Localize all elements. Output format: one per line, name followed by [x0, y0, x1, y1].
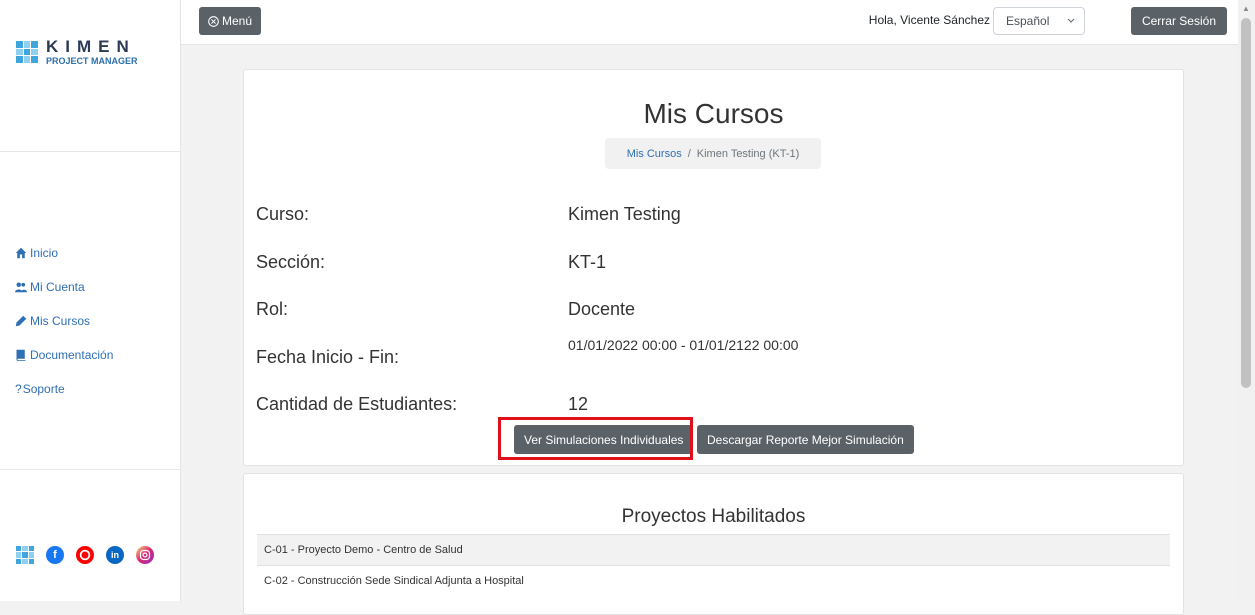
projects-title: Proyectos Habilitados [621, 506, 806, 527]
role-value: Docente [568, 299, 636, 319]
sidebar-item-label: Inicio [30, 246, 59, 260]
menu-button[interactable]: Menú [199, 7, 262, 35]
projects-card: Proyectos Habilitados C-01 - Proyecto De… [243, 473, 1184, 615]
sidebar: KIMEN PROJECT MANAGER Inicio Mi Cuenta M… [0, 0, 181, 601]
sidebar-item-label: Mi Cuenta [30, 280, 85, 294]
date-range-value: 01/01/2022 00:00 - 01/01/2122 00:00 [568, 337, 799, 353]
breadcrumb-current: Kimen Testing (KT-1) [696, 147, 800, 160]
sidebar-item-label: Soporte [22, 382, 65, 396]
page-scrollbar[interactable]: ▲ [1238, 0, 1255, 601]
topbar: Menú Hola, Vicente Sánchez Español Cerra… [181, 0, 1238, 45]
sidebar-divider-top [0, 151, 180, 152]
course-value: Kimen Testing [568, 204, 681, 224]
sidebar-divider-bottom [0, 469, 180, 470]
students-count-label: Cantidad de Estudiantes: [256, 394, 458, 414]
social-links: f in [16, 546, 166, 564]
sidebar-nav: Inicio Mi Cuenta Mis Cursos Documentació… [15, 236, 113, 406]
course-card: Mis Cursos Mis Cursos / Kimen Testing (K… [243, 69, 1184, 466]
language-value: Español [1006, 14, 1050, 28]
section-value: KT-1 [568, 252, 607, 272]
brand-subtitle: PROJECT MANAGER [46, 56, 138, 66]
course-label: Curso: [256, 204, 310, 224]
close-circle-icon [208, 15, 219, 27]
sidebar-item-soporte[interactable]: ? Soporte [15, 372, 113, 406]
projects-list: C-01 - Proyecto Demo - Centro de Salud C… [257, 534, 1170, 596]
brand-name: KIMEN [46, 37, 136, 56]
youtube-icon[interactable] [76, 546, 94, 564]
breadcrumb-separator: / [687, 147, 691, 160]
sidebar-item-label: Documentación [30, 348, 114, 362]
linkedin-icon[interactable]: in [106, 546, 124, 564]
users-icon [15, 282, 27, 293]
home-icon [15, 247, 27, 259]
pencil-icon [15, 315, 27, 327]
section-label: Sección: [256, 252, 326, 272]
students-count-value: 12 [568, 394, 589, 414]
view-individual-simulations-button[interactable]: Ver Simulaciones Individuales [514, 425, 694, 454]
page-title: Mis Cursos [643, 98, 784, 129]
kimen-logo-icon[interactable] [16, 546, 34, 564]
kimen-logo[interactable]: KIMEN PROJECT MANAGER [16, 38, 138, 66]
download-best-simulation-report-button[interactable]: Descargar Reporte Mejor Simulación [697, 425, 914, 454]
date-range-label: Fecha Inicio - Fin: [256, 347, 400, 367]
breadcrumb-link-mis-cursos[interactable]: Mis Cursos [627, 148, 682, 160]
scroll-thumb[interactable] [1241, 18, 1251, 388]
sidebar-item-label: Mis Cursos [30, 314, 91, 328]
chevron-down-icon [1067, 18, 1075, 23]
language-select[interactable]: Español [993, 7, 1085, 35]
sidebar-item-mi-cuenta[interactable]: Mi Cuenta [15, 270, 113, 304]
question-icon: ? [15, 382, 22, 396]
role-label: Rol: [256, 299, 289, 319]
sidebar-item-inicio[interactable]: Inicio [15, 236, 113, 270]
kimen-logo-icon [16, 41, 38, 63]
breadcrumb: Mis Cursos / Kimen Testing (KT-1) [605, 138, 821, 169]
logout-button[interactable]: Cerrar Sesión [1130, 7, 1227, 35]
list-item[interactable]: C-01 - Proyecto Demo - Centro de Salud [257, 534, 1170, 565]
menu-label: Menú [222, 14, 253, 28]
book-icon [16, 349, 26, 361]
sidebar-item-documentacion[interactable]: Documentación [15, 338, 113, 372]
user-greeting: Hola, Vicente Sánchez [868, 13, 990, 27]
sidebar-item-mis-cursos[interactable]: Mis Cursos [15, 304, 113, 338]
instagram-icon[interactable] [136, 546, 154, 564]
scroll-up-icon[interactable]: ▲ [1242, 4, 1250, 13]
facebook-icon[interactable]: f [46, 546, 64, 564]
list-item[interactable]: C-02 - Construcción Sede Sindical Adjunt… [257, 565, 1170, 596]
